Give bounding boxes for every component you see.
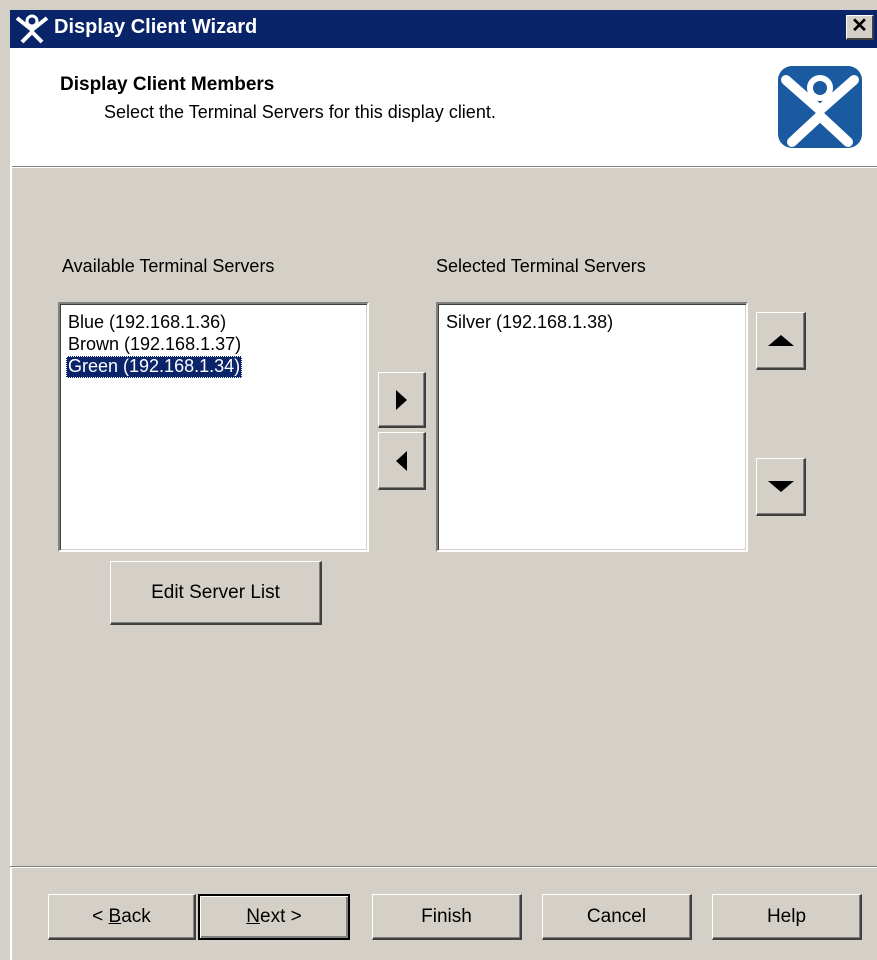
move-down-button[interactable] [756,458,806,516]
close-button[interactable]: ✕ [846,15,874,40]
cancel-button[interactable]: Cancel [542,894,692,940]
page-title: Display Client Members [60,74,275,95]
back-button[interactable]: < Back [48,894,196,940]
thinmanager-logo-icon [14,12,50,44]
window-edge [10,48,12,960]
back-mnemonic: B [108,905,122,927]
page-subtitle: Select the Terminal Servers for this dis… [104,102,496,122]
thinmanager-logo-icon [778,66,862,148]
finish-button[interactable]: Finish [372,894,522,940]
list-item[interactable]: Blue (192.168.1.36) [66,312,228,334]
back-label-prefix: < [92,905,109,927]
footer-divider-highlight [10,867,877,868]
header-divider-highlight [10,167,877,168]
arrow-right-icon [396,389,407,410]
arrow-left-icon [396,450,407,471]
arrow-down-icon [767,481,794,492]
selected-servers-label: Selected Terminal Servers [436,256,646,276]
available-servers-list[interactable]: Blue (192.168.1.36) Brown (192.168.1.37)… [58,302,369,552]
next-mnemonic: N [246,906,260,927]
add-server-button[interactable] [378,372,426,428]
list-item[interactable]: Brown (192.168.1.37) [66,334,243,356]
back-label-rest: ack [121,905,151,927]
available-servers-label: Available Terminal Servers [62,256,275,276]
list-item-selected[interactable]: Green (192.168.1.34) [66,356,243,378]
remove-server-button[interactable] [378,432,426,490]
window-title: Display Client Wizard [54,16,258,38]
edit-server-list-button[interactable]: Edit Server List [110,561,322,625]
help-button[interactable]: Help [712,894,862,940]
move-up-button[interactable] [756,312,806,370]
next-button[interactable]: Next > [198,894,350,940]
next-label-rest: ext > [260,906,302,927]
arrow-up-icon [767,335,794,346]
list-item[interactable]: Silver (192.168.1.38) [444,312,615,334]
selected-servers-list[interactable]: Silver (192.168.1.38) [436,302,748,552]
